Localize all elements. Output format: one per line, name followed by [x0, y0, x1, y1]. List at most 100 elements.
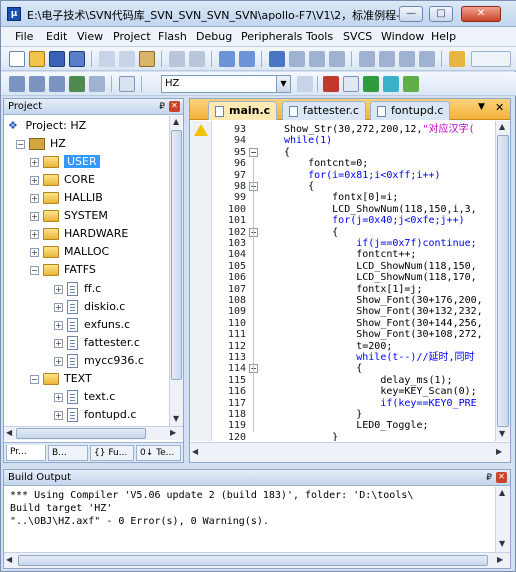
expand-icon[interactable]: + — [54, 284, 63, 294]
comment-icon[interactable] — [399, 51, 415, 67]
run-time-env-icon[interactable] — [363, 76, 379, 92]
menu-svcs[interactable]: SVCS — [343, 30, 372, 43]
tree-target-hz[interactable]: − HZ — [16, 135, 66, 153]
copy-icon[interactable] — [119, 51, 135, 67]
tab-list-dropdown-icon[interactable]: ▼ — [478, 102, 485, 112]
pin-icon[interactable]: ₽ — [159, 100, 165, 115]
expand-icon[interactable]: + — [54, 338, 63, 348]
minimize-button[interactable]: — — [399, 6, 423, 22]
find-box[interactable] — [471, 51, 511, 67]
build-vertical-scrollbar[interactable]: ▲ ▼ — [495, 487, 510, 552]
tree-file[interactable]: + diskio.c — [54, 298, 125, 316]
scroll-left-icon[interactable]: ◀ — [6, 428, 12, 437]
indent-icon[interactable] — [359, 51, 375, 67]
build-horizontal-scrollbar[interactable]: ◀ ▶ — [4, 552, 510, 568]
menu-project[interactable]: Project — [113, 30, 151, 43]
nav-forward-icon[interactable] — [239, 51, 255, 67]
tree-group-fatfs[interactable]: − FATFS — [30, 261, 96, 279]
scroll-left-icon[interactable]: ◀ — [192, 447, 198, 456]
stop-build-icon[interactable] — [89, 76, 105, 92]
scroll-down-icon[interactable]: ▼ — [499, 429, 505, 438]
tab-templates[interactable]: 0↓ Te... — [136, 445, 181, 461]
next-bookmark-icon[interactable] — [309, 51, 325, 67]
menu-help[interactable]: Help — [431, 30, 456, 43]
menu-view[interactable]: View — [77, 30, 103, 43]
pack-installer-icon[interactable] — [383, 76, 399, 92]
tree-file[interactable]: + text.c — [54, 388, 115, 406]
tab-fattester-c[interactable]: fattester.c — [282, 101, 366, 120]
prev-bookmark-icon[interactable] — [289, 51, 305, 67]
redo-icon[interactable] — [189, 51, 205, 67]
scroll-up-icon[interactable]: ▲ — [173, 117, 179, 126]
collapse-icon[interactable]: − — [30, 265, 39, 275]
maximize-button[interactable]: □ — [429, 6, 453, 22]
new-file-icon[interactable] — [9, 51, 25, 67]
pin-icon[interactable]: ₽ — [486, 471, 492, 486]
file-extensions-icon[interactable] — [343, 76, 359, 92]
editor-vertical-scrollbar[interactable]: ▲ ▼ — [495, 121, 510, 441]
scroll-right-icon[interactable]: ▶ — [497, 555, 503, 564]
scroll-thumb[interactable] — [171, 130, 182, 380]
tree-group-core[interactable]: + CORE — [30, 171, 95, 189]
tree-group-user[interactable]: + USER — [30, 153, 100, 171]
translate-icon[interactable] — [9, 76, 25, 92]
menu-file[interactable]: File — [15, 30, 33, 43]
chevron-down-icon[interactable]: ▼ — [276, 76, 290, 92]
expand-icon[interactable]: + — [54, 392, 63, 402]
scroll-left-icon[interactable]: ◀ — [6, 555, 12, 564]
tree-group-hardware[interactable]: + HARDWARE — [30, 225, 128, 243]
tree-file[interactable]: + fattester.c — [54, 334, 140, 352]
unindent-icon[interactable] — [379, 51, 395, 67]
close-tab-icon[interactable]: ✕ — [495, 101, 504, 114]
scroll-up-icon[interactable]: ▲ — [499, 122, 505, 131]
scroll-right-icon[interactable]: ▶ — [496, 447, 502, 456]
tree-file[interactable]: + fontupd.c — [54, 406, 136, 424]
scroll-thumb[interactable] — [16, 428, 146, 439]
project-vertical-scrollbar[interactable]: ▲ ▼ — [169, 116, 183, 426]
tab-fontupd-c[interactable]: fontupd.c — [370, 101, 451, 120]
download-icon[interactable] — [119, 76, 135, 92]
tree-file[interactable]: + exfuns.c — [54, 316, 130, 334]
expand-icon[interactable]: + — [54, 302, 63, 312]
close-button[interactable]: ✕ — [461, 6, 501, 22]
bookmark-icon[interactable] — [269, 51, 285, 67]
expand-icon[interactable]: + — [54, 320, 63, 330]
menu-edit[interactable]: Edit — [46, 30, 67, 43]
expand-icon[interactable]: + — [30, 193, 39, 203]
scroll-thumb[interactable] — [497, 135, 509, 427]
select-packs-icon[interactable] — [403, 76, 419, 92]
batch-build-icon[interactable] — [69, 76, 85, 92]
scroll-up-icon[interactable]: ▲ — [499, 488, 505, 497]
tab-functions[interactable]: {} Fu... — [90, 445, 134, 461]
cut-icon[interactable] — [99, 51, 115, 67]
expand-icon[interactable]: + — [54, 410, 63, 420]
build-icon[interactable] — [29, 76, 45, 92]
tab-project[interactable]: Pr... — [6, 445, 46, 461]
expand-icon[interactable]: + — [54, 356, 63, 366]
tree-group-system[interactable]: + SYSTEM — [30, 207, 108, 225]
close-icon[interactable]: ✕ — [169, 101, 180, 112]
manage-components-icon[interactable] — [323, 76, 339, 92]
save-all-icon[interactable] — [69, 51, 85, 67]
tree-project-root[interactable]: ❖ Project: HZ — [8, 117, 86, 135]
tree-group-malloc[interactable]: + MALLOC — [30, 243, 109, 261]
scroll-thumb[interactable] — [18, 555, 488, 566]
scroll-down-icon[interactable]: ▼ — [173, 414, 179, 423]
tab-main-c[interactable]: main.c — [208, 101, 278, 120]
collapse-icon[interactable]: − — [16, 139, 25, 149]
code-area[interactable]: Show_Str(30,272,200,12,"对应汉字(while(1){ f… — [284, 121, 494, 441]
tree-group-hallib[interactable]: + HALLIB — [30, 189, 103, 207]
menu-tools[interactable]: Tools — [306, 30, 333, 43]
menu-flash[interactable]: Flash — [158, 30, 187, 43]
menu-debug[interactable]: Debug — [196, 30, 232, 43]
uncomment-icon[interactable] — [419, 51, 435, 67]
expand-icon[interactable]: + — [30, 247, 39, 257]
rebuild-icon[interactable] — [49, 76, 65, 92]
tree-file[interactable]: + ff.c — [54, 280, 101, 298]
menu-window[interactable]: Window — [381, 30, 424, 43]
collapse-icon[interactable]: − — [30, 374, 39, 384]
tree-group-text[interactable]: − TEXT — [30, 370, 92, 388]
expand-icon[interactable]: + — [30, 229, 39, 239]
close-icon[interactable]: ✕ — [496, 472, 507, 483]
save-icon[interactable] — [49, 51, 65, 67]
